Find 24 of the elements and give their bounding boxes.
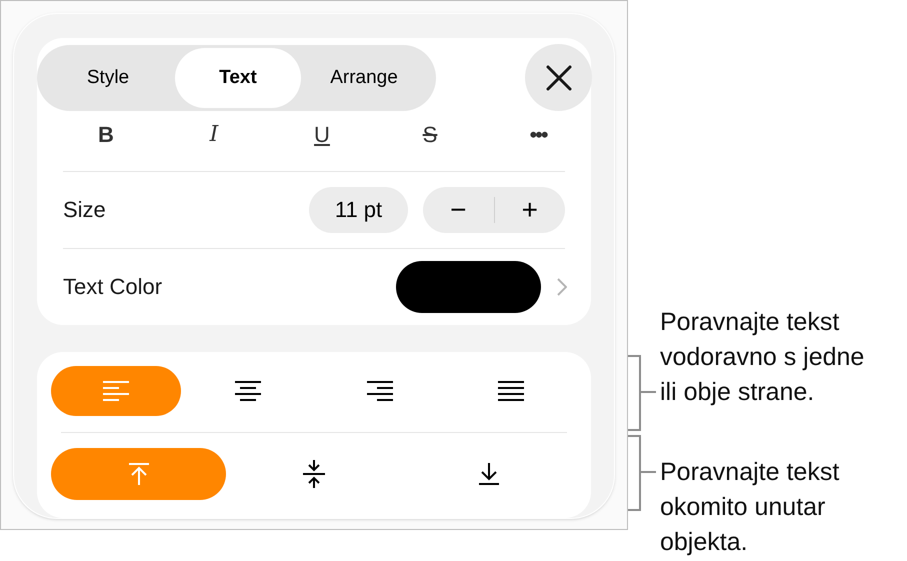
align-center-icon bbox=[235, 380, 262, 402]
close-icon bbox=[546, 64, 572, 91]
align-top-icon bbox=[128, 462, 150, 486]
callout-text: Poravnajte tekst okomito unutar objekta. bbox=[660, 457, 840, 558]
underline-button[interactable]: U bbox=[307, 118, 337, 152]
increment-button[interactable]: + bbox=[494, 196, 565, 224]
size-value[interactable]: 11 pt bbox=[309, 186, 408, 233]
more-button[interactable]: ••• bbox=[523, 118, 553, 152]
tab[interactable]: Arrange bbox=[301, 48, 427, 108]
tab[interactable]: Style bbox=[45, 48, 171, 108]
chevron-right-icon bbox=[557, 278, 567, 296]
text-color-label: Text Color bbox=[63, 273, 162, 302]
align-justify-icon bbox=[498, 380, 524, 402]
size-label: Size bbox=[63, 196, 106, 224]
callout-text: Poravnajte tekst vodoravno s jedne ili obje strane. bbox=[660, 307, 864, 408]
tab[interactable]: Text bbox=[175, 48, 301, 108]
align-left-icon bbox=[103, 380, 129, 402]
align-middle-icon bbox=[302, 459, 326, 489]
align-right-icon bbox=[366, 380, 393, 402]
bold-button[interactable]: B bbox=[91, 118, 121, 152]
align-bottom-icon bbox=[478, 462, 500, 486]
strikethrough-button[interactable]: S bbox=[415, 118, 445, 152]
italic-button[interactable]: I bbox=[199, 118, 229, 152]
decrement-button[interactable]: − bbox=[423, 196, 494, 224]
